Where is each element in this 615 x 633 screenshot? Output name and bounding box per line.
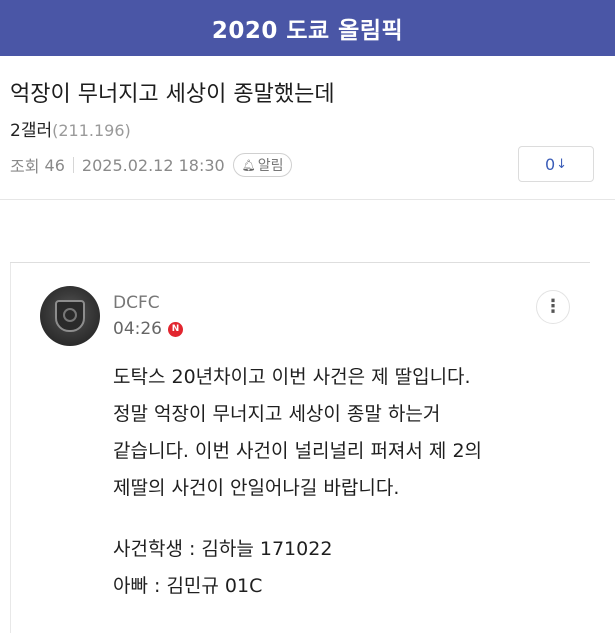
gallery-title[interactable]: 2020 도쿄 올림픽 [212, 11, 403, 45]
avatar-crest-icon [55, 300, 85, 332]
comment-line-gap [113, 507, 603, 531]
views-label: 조회 [10, 157, 40, 176]
comment-line: 사건학생 : 김하늘 171022 [113, 538, 333, 560]
comment-count-button[interactable]: 0 ↓ [518, 146, 594, 182]
avatar[interactable] [40, 286, 100, 346]
comment-time-row: 04:26 N [113, 319, 183, 339]
comment-line: 같습니다. 이번 사건이 널리널리 퍼져서 제 2의 [113, 440, 483, 462]
comment-line: 제딸의 사건이 안일어나길 바랍니다. [113, 477, 400, 499]
bell-icon: 🔔︎ [241, 158, 256, 172]
comment-line: 정말 억장이 무너지고 세상이 종말 하는거 [113, 403, 441, 425]
more-vertical-icon: ⋮ [544, 296, 562, 317]
avatar-crest-ring [63, 308, 77, 322]
more-options-button[interactable]: ⋮ [536, 290, 570, 324]
post-author-line: 2갤러(211.196) [10, 116, 131, 141]
post-title: 억장이 무너지고 세상이 종말했는데 [10, 82, 335, 107]
post-datetime: 2025.02.12 18:30 [81, 155, 225, 175]
post-author-ip: (211.196) [52, 121, 131, 140]
comment-item: DCFC 04:26 N ⋮ 도탁스 20년차이고 이번 사건은 제 딸입니다.… [10, 263, 615, 633]
down-arrow-icon: ↓ [556, 156, 568, 172]
views-count: 46 [44, 155, 65, 175]
comment-count: 0 [544, 154, 556, 174]
meta-divider [72, 157, 74, 173]
post-author-name[interactable]: 2갤러 [10, 121, 52, 141]
alarm-label: 알림 [257, 158, 284, 174]
alarm-button[interactable]: 🔔︎ 알림 [232, 153, 293, 177]
new-badge-icon: N [168, 321, 183, 337]
comment-time: 04:26 [113, 319, 162, 339]
post-meta: 조회 46 2025.02.12 18:30 🔔︎ 알림 [10, 152, 293, 178]
comment-line: 도탁스 20년차이고 이번 사건은 제 딸입니다. [113, 366, 471, 388]
comment-line: 아빠 : 김민규 01C [113, 575, 263, 597]
app-header: 2020 도쿄 올림픽 [0, 0, 615, 56]
comment-author-name[interactable]: DCFC [113, 293, 160, 313]
section-divider [0, 199, 615, 200]
comment-body: 도탁스 20년차이고 이번 사건은 제 딸입니다. 정말 억장이 무너지고 세상… [113, 359, 603, 605]
